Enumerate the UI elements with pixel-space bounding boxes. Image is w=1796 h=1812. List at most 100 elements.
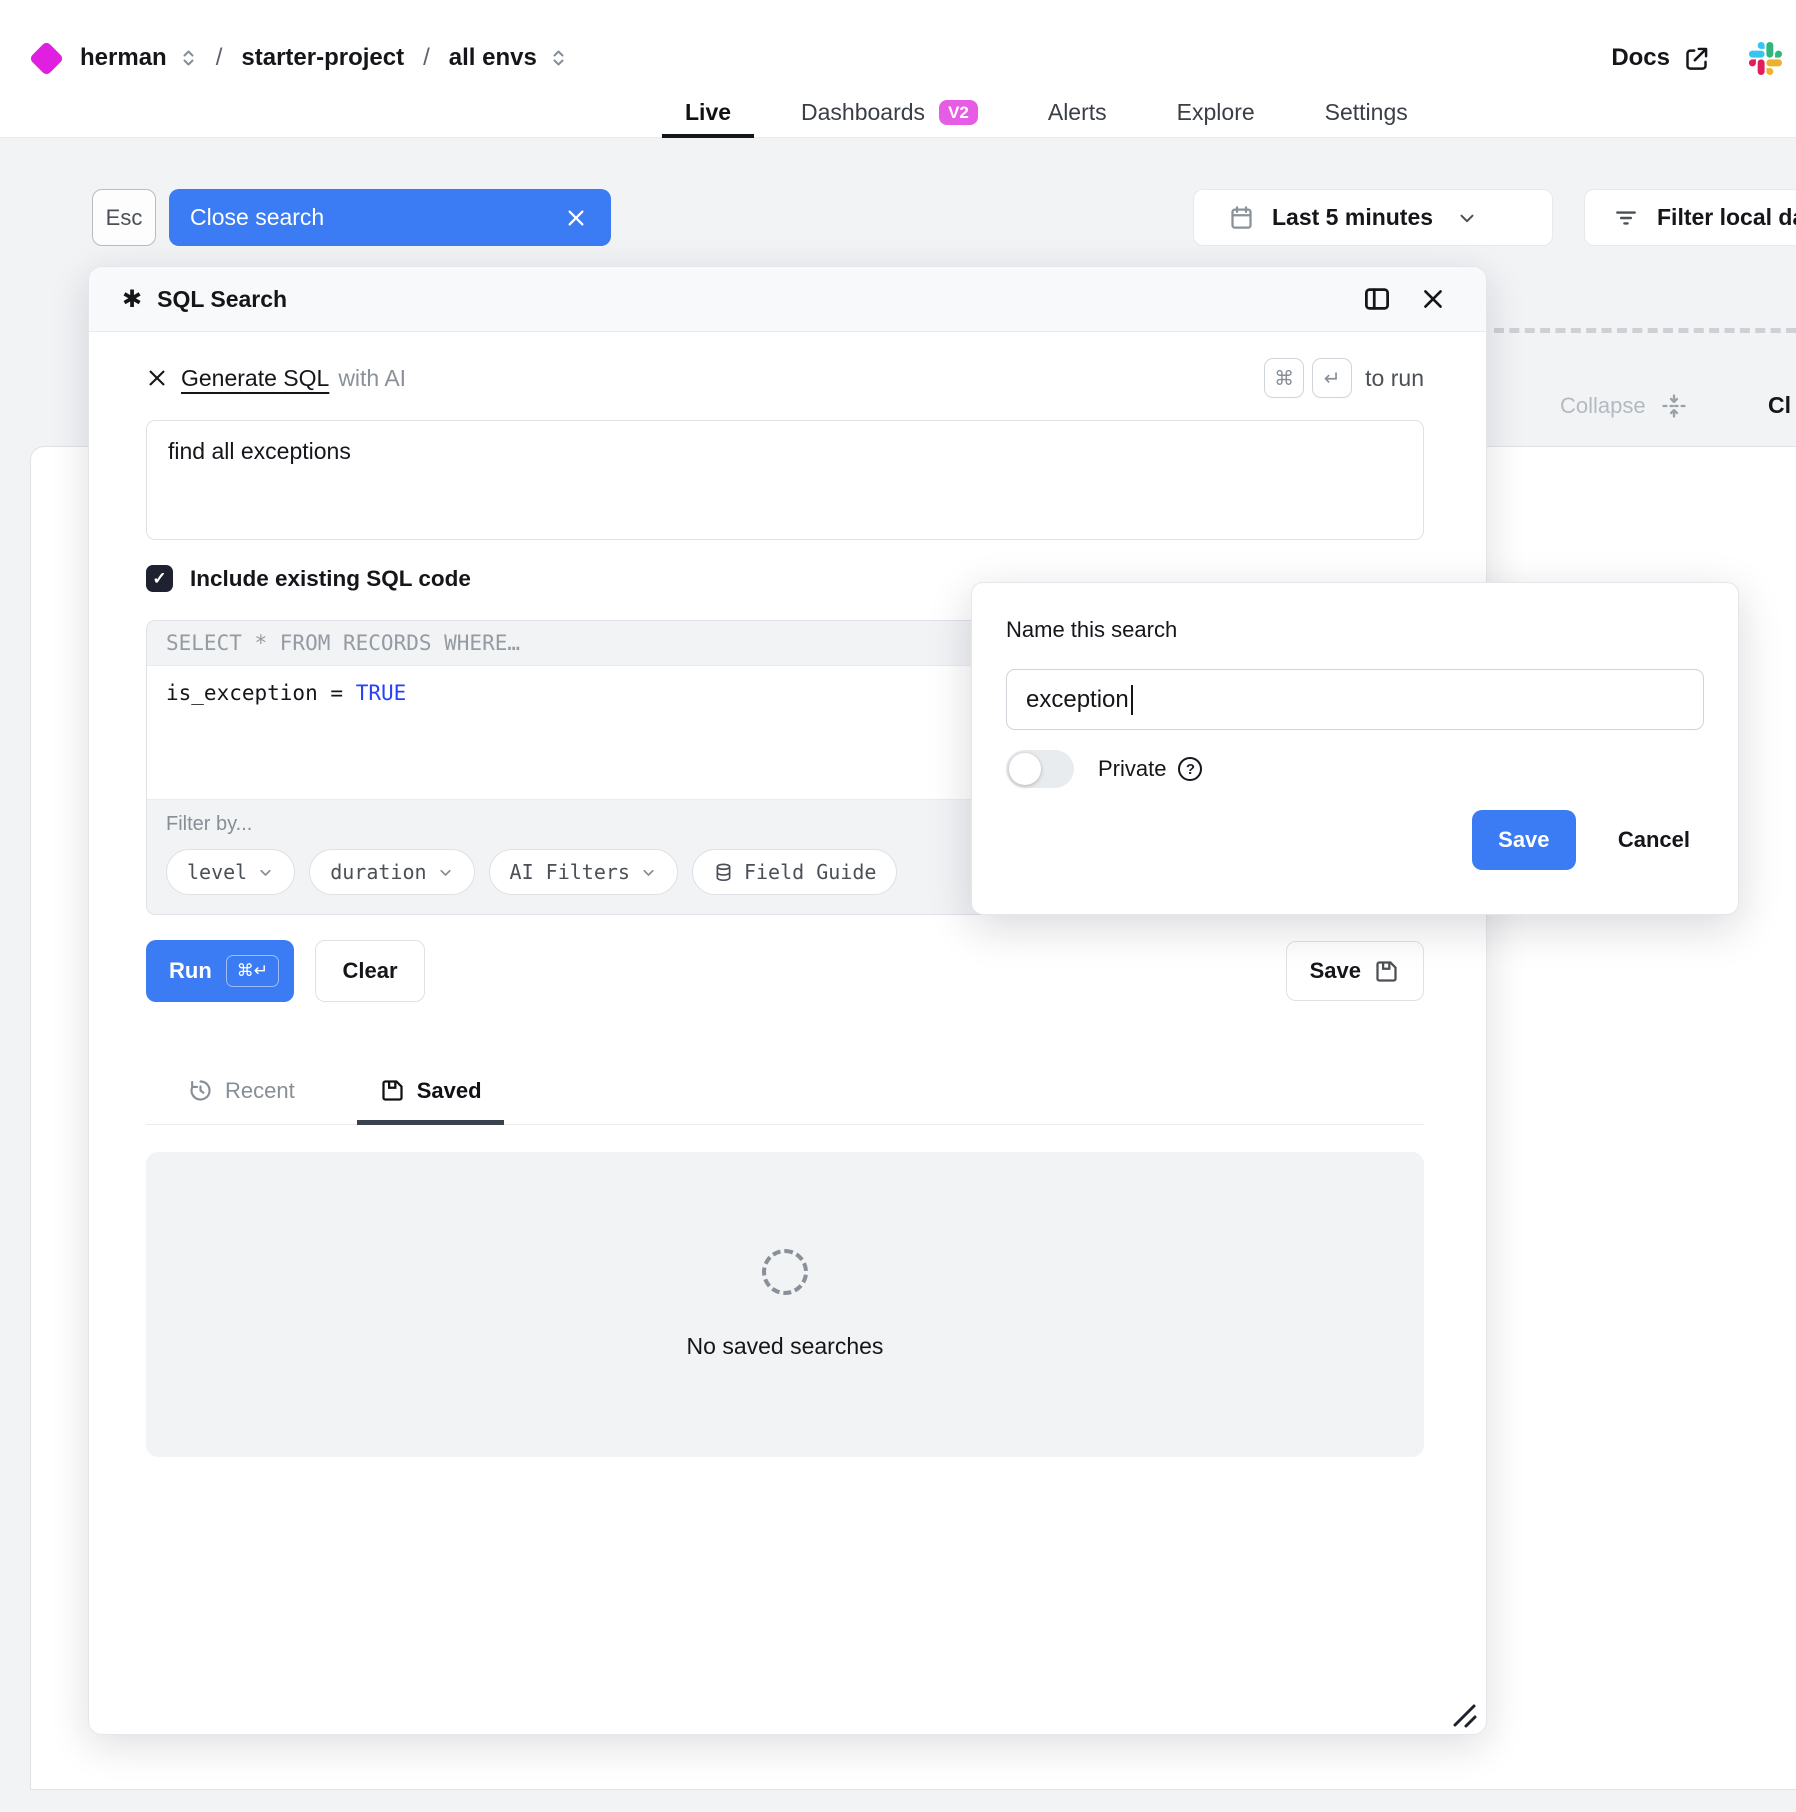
chevron-down-icon	[257, 864, 274, 881]
nav-tab-alerts[interactable]: Alerts	[1025, 87, 1130, 137]
toggle-knob	[1009, 753, 1041, 785]
time-range-picker[interactable]: Last 5 minutes	[1193, 189, 1553, 246]
search-history-tabs: Recent Saved	[146, 1065, 1424, 1125]
docs-label: Docs	[1611, 44, 1670, 72]
generate-sql-link[interactable]: Generate SQL	[181, 365, 329, 392]
filter-pill-duration-label: duration	[330, 860, 426, 884]
ai-prompt-input[interactable]: find all exceptions	[146, 420, 1424, 540]
nav-tab-settings-label: Settings	[1325, 99, 1408, 126]
checkbox-checked-icon[interactable]: ✓	[146, 565, 173, 592]
popover-actions: Save Cancel	[1006, 810, 1704, 870]
history-icon	[187, 1077, 214, 1104]
include-sql-label: Include existing SQL code	[190, 566, 471, 592]
filter-pill-ai-filters[interactable]: AI Filters	[489, 849, 678, 895]
help-question-icon[interactable]: ?	[1178, 757, 1202, 781]
text-cursor	[1131, 685, 1133, 715]
popover-save-button[interactable]: Save	[1472, 810, 1576, 870]
top-header-bar: herman / starter-project / all envs Docs	[0, 0, 1796, 138]
search-name-value: exception	[1026, 686, 1129, 714]
main-nav: Live Dashboards V2 Alerts Explore Settin…	[662, 87, 1431, 137]
collapse-label: Collapse	[1560, 393, 1646, 419]
nav-tab-dashboards-label: Dashboards	[801, 99, 925, 126]
chevron-selector-icon[interactable]	[180, 46, 197, 70]
chevron-selector-icon[interactable]	[550, 46, 567, 70]
dashed-circle-spinner-icon	[762, 1249, 808, 1295]
tab-saved[interactable]: Saved	[357, 1065, 504, 1124]
breadcrumb-env[interactable]: all envs	[449, 44, 537, 72]
sql-search-modal-header: ✱ SQL Search	[89, 267, 1486, 332]
collapse-icon	[1660, 392, 1688, 420]
nav-tab-live-label: Live	[685, 99, 731, 126]
slack-icon[interactable]	[1749, 42, 1782, 75]
filter-pill-ai-filters-label: AI Filters	[510, 860, 630, 884]
editor-actions-row: Run ⌘↵ Clear Save	[146, 940, 1424, 1002]
sql-code-operator: =	[330, 681, 343, 705]
filter-pill-level[interactable]: level	[166, 849, 295, 895]
resize-handle[interactable]	[1444, 1695, 1478, 1729]
sql-search-modal: ✱ SQL Search Generate SQL with AI ⌘ ↵	[88, 266, 1487, 1735]
nav-tab-explore[interactable]: Explore	[1154, 87, 1278, 137]
private-toggle-row: Private ?	[1006, 750, 1704, 788]
breadcrumb-project[interactable]: starter-project	[241, 44, 404, 72]
docs-link[interactable]: Docs	[1611, 44, 1710, 72]
sparkle-asterisk-icon: ✱	[122, 285, 142, 314]
close-search-label: Close search	[190, 204, 324, 231]
chevron-down-icon	[1456, 207, 1478, 229]
tab-recent[interactable]: Recent	[165, 1065, 317, 1124]
to-run-label: to run	[1365, 365, 1424, 392]
background-dashed-divider	[1494, 328, 1796, 333]
calendar-icon	[1228, 204, 1255, 231]
filter-pill-level-label: level	[187, 860, 247, 884]
empty-state-label: No saved searches	[687, 1333, 884, 1360]
nav-tab-settings[interactable]: Settings	[1302, 87, 1431, 137]
breadcrumb: herman / starter-project / all envs	[34, 30, 567, 86]
breadcrumb-separator: /	[423, 44, 430, 72]
tab-saved-label: Saved	[417, 1078, 482, 1104]
filter-pill-duration[interactable]: duration	[309, 849, 474, 895]
popover-cancel-label: Cancel	[1618, 827, 1690, 852]
private-toggle[interactable]	[1006, 750, 1074, 788]
chevron-down-icon	[640, 864, 657, 881]
sql-code-keyword: TRUE	[356, 681, 407, 705]
cmd-key-icon: ⌘	[1264, 358, 1304, 398]
external-link-icon	[1683, 45, 1710, 72]
close-icon[interactable]	[565, 207, 587, 229]
filter-local-label: Filter local da	[1657, 204, 1796, 231]
background-collapse-control[interactable]: Collapse	[1560, 392, 1688, 420]
filter-lines-icon	[1613, 205, 1639, 231]
popover-title: Name this search	[1006, 617, 1704, 643]
popover-cancel-button[interactable]: Cancel	[1618, 827, 1690, 853]
generate-sql-row: Generate SQL with AI ⌘ ↵ to run	[146, 358, 1424, 398]
run-button-label: Run	[169, 958, 212, 984]
database-icon	[713, 862, 734, 883]
modal-close-icon[interactable]	[1420, 286, 1446, 312]
clear-button-label: Clear	[342, 958, 397, 984]
search-name-input[interactable]: exception	[1006, 669, 1704, 730]
nav-tab-alerts-label: Alerts	[1048, 99, 1107, 126]
floppy-disk-icon	[1373, 958, 1400, 985]
private-label: Private	[1098, 756, 1166, 782]
nav-tab-live[interactable]: Live	[662, 87, 754, 137]
save-search-button[interactable]: Save	[1286, 941, 1424, 1001]
popover-save-label: Save	[1498, 827, 1549, 853]
field-guide-label: Field Guide	[744, 860, 876, 884]
split-panel-icon[interactable]	[1362, 284, 1392, 314]
with-ai-label: with AI	[338, 365, 406, 392]
field-guide-button[interactable]: Field Guide	[692, 849, 897, 895]
modal-title: SQL Search	[157, 286, 287, 313]
tab-recent-label: Recent	[225, 1078, 295, 1104]
save-search-label: Save	[1310, 958, 1361, 984]
clear-button[interactable]: Clear	[315, 940, 425, 1002]
brand-logo-diamond-icon[interactable]	[29, 40, 64, 75]
filter-local-button[interactable]: Filter local da	[1584, 189, 1796, 246]
dismiss-generate-icon[interactable]	[146, 367, 168, 389]
background-clipped-label: Cl	[1768, 392, 1791, 419]
nav-tab-dashboards[interactable]: Dashboards V2	[778, 87, 1001, 137]
breadcrumb-org[interactable]: herman	[80, 44, 167, 72]
app-window: herman / starter-project / all envs Docs	[0, 0, 1796, 1812]
breadcrumb-separator: /	[216, 44, 223, 72]
nav-tab-explore-label: Explore	[1177, 99, 1255, 126]
close-search-button[interactable]: Close search	[169, 189, 611, 246]
run-button[interactable]: Run ⌘↵	[146, 940, 294, 1002]
name-search-popover: Name this search exception Private ? Sav…	[971, 582, 1739, 915]
